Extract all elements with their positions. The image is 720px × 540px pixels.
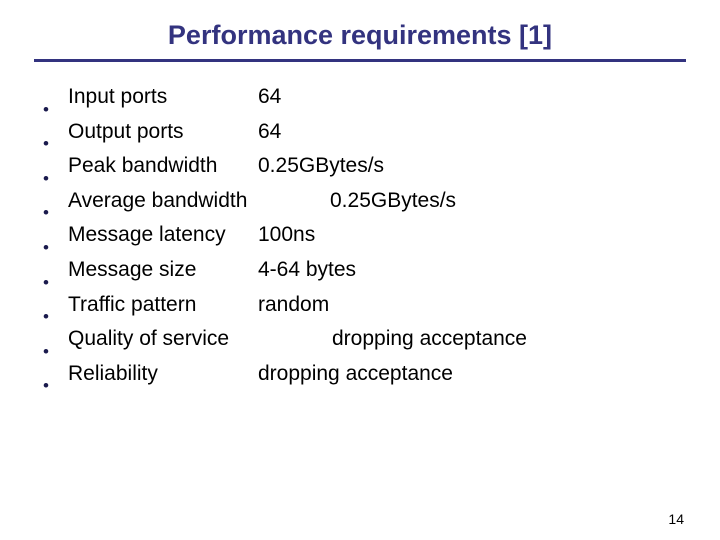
list-item-content: Input ports 64	[68, 80, 696, 115]
page-title: Performance requirements [1]	[167, 20, 553, 50]
requirement-label: Quality of service	[68, 327, 230, 351]
requirement-value: 64	[258, 119, 282, 143]
requirement-value: 100ns	[258, 223, 316, 247]
requirement-value: 0.25GBytes/s	[258, 154, 385, 178]
bullet-point-icon: •	[43, 203, 49, 223]
bullet-point-icon: •	[43, 376, 49, 396]
list-item-content: Output ports 64	[68, 115, 696, 150]
bullet-point-icon: •	[43, 168, 49, 188]
list-item-content: Quality of service dropping acceptance	[68, 322, 696, 357]
requirement-value: dropping acceptance	[258, 361, 453, 385]
bullet-point-icon: •	[43, 134, 49, 154]
requirement-value: 64	[258, 85, 282, 108]
list-item: • Average bandwidth 0.25GBytes/s	[36, 184, 696, 223]
requirement-value: dropping acceptance	[332, 327, 527, 351]
requirement-value: random	[258, 292, 330, 316]
list-item: • Quality of service dropping acceptance	[36, 322, 696, 361]
list-item-content: Message size 4-64 bytes	[68, 253, 696, 288]
requirement-label: Average bandwidth	[68, 188, 248, 212]
title-divider	[34, 59, 686, 62]
list-item: • Input ports 64	[36, 80, 696, 119]
requirement-value: 4-64 bytes	[258, 257, 357, 281]
list-item-content: Average bandwidth 0.25GBytes/s	[68, 184, 696, 219]
list-item-content: Message latency 100ns	[68, 218, 696, 253]
bullet-point-icon: •	[43, 307, 49, 327]
list-item: • Traffic pattern random	[36, 288, 696, 327]
requirement-label: Message size	[68, 257, 197, 281]
list-item-content: Peak bandwidth 0.25GBytes/s	[68, 149, 696, 184]
requirement-label: Input ports	[68, 85, 168, 108]
slide-title-block: Performance requirements [1]	[34, 18, 686, 52]
list-item: • Message latency 100ns	[36, 218, 696, 257]
list-item: • Output ports 64	[36, 115, 696, 154]
requirement-label: Traffic pattern	[68, 292, 197, 316]
page-number: 14	[668, 511, 684, 527]
list-item-content: Traffic pattern random	[68, 288, 696, 323]
bullet-point-icon: •	[43, 341, 49, 361]
bullet-point-icon: •	[43, 272, 49, 292]
requirement-label: Peak bandwidth	[68, 154, 218, 178]
requirement-label: Reliability	[68, 361, 158, 385]
requirement-value: 0.25GBytes/s	[330, 188, 457, 212]
list-item-content: Reliability dropping acceptance	[68, 357, 696, 392]
list-item: • Reliability dropping acceptance	[36, 357, 696, 396]
requirement-label: Message latency	[68, 223, 226, 247]
bullet-point-icon: •	[43, 99, 49, 119]
list-item: • Message size 4-64 bytes	[36, 253, 696, 292]
requirements-list: • Input ports 64 • Output ports 64 • Peak bandw…	[36, 80, 696, 396]
bullet-point-icon: •	[43, 237, 49, 257]
slide-canvas: Performance requirements [1] • Input port…	[0, 0, 720, 540]
list-item: • Peak bandwidth 0.25GBytes/s	[36, 149, 696, 188]
requirement-label: Output ports	[68, 119, 184, 143]
